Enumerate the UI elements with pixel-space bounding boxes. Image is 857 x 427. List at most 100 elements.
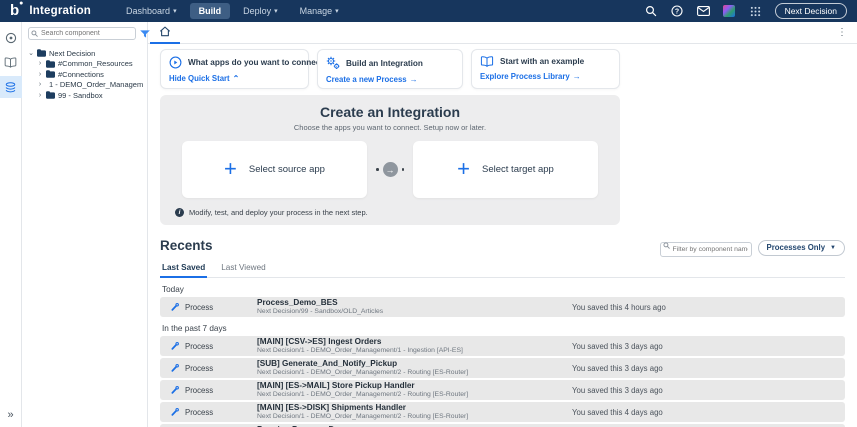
create-integration-panel: Create an Integration Choose the apps yo… [160,95,620,225]
kebab-menu-icon[interactable]: ⋮ [837,27,847,38]
play-circle-icon [169,56,182,69]
component-search-input[interactable] [28,27,136,40]
group-label: In the past 7 days [162,324,845,333]
recent-group: In the past 7 days Process [MAIN] [CSV->… [160,324,845,427]
process-icon [170,407,181,417]
help-icon[interactable]: ? [671,5,684,18]
search-icon [31,30,38,37]
expand-panel-icon[interactable]: » [7,409,13,421]
recents-title: Recents [160,238,213,253]
left-rail: » [0,22,22,427]
nav-build[interactable]: Build [190,3,231,19]
process-library-icon[interactable] [0,52,22,72]
chevron-down-icon: ▾ [173,7,177,15]
recents-tabs: Last Saved Last Viewed [160,263,845,278]
process-icon [170,385,181,395]
type-filter-dropdown[interactable]: Processes Only▼ [758,240,845,256]
folder-icon [46,91,55,99]
top-bar-actions: ? Next Decision [645,3,847,19]
quick-start-icon[interactable] [0,28,22,48]
tree-item[interactable]: › 99 - Sandbox [28,90,143,101]
recent-row[interactable]: Process Process_Demo_BES Next Decision/9… [160,297,845,317]
row-type: Process [185,364,257,373]
row-path: Next Decision/1 - DEMO_Order_Management/… [257,347,572,355]
tree-item[interactable]: › #Connections [28,69,143,80]
boomi-logo-icon: b● [10,3,23,18]
tab-last-viewed[interactable]: Last Viewed [219,263,267,277]
chevron-up-icon: ⌃ [233,74,240,83]
product-title: Integration [29,5,91,17]
nav-deploy[interactable]: Deploy▾ [234,3,287,19]
recents-section: Recents Processes Only▼ [160,238,845,427]
row-saved: You saved this 4 days ago [572,408,663,417]
row-type: Process [185,303,257,312]
recent-group: Today Process Process_Demo_BES Next Deci… [160,285,845,317]
component-explorer-icon[interactable] [0,76,22,98]
process-icon [170,363,181,373]
open-book-icon [480,56,494,67]
row-saved: You saved this 3 days ago [572,386,663,395]
quickstart-card-example: Start with an example Explore Process Li… [471,49,620,89]
chevron-right-icon: › [37,92,43,99]
arrow-right-icon: → [383,162,398,177]
brand: b● Integration [10,4,91,19]
explore-process-library-link[interactable]: Explore Process Library→ [480,72,611,81]
tab-last-saved[interactable]: Last Saved [160,263,207,278]
create-new-process-link[interactable]: Create a new Process→ [326,75,454,84]
tree-item-root[interactable]: ⌄ Next Decision [28,48,143,59]
nav-dashboard[interactable]: Dashboard▾ [117,3,186,19]
row-path: Next Decision/1 - DEMO_Order_Management/… [257,391,572,399]
row-type: Process [185,386,257,395]
chevron-down-icon: ▼ [830,245,836,251]
app-switcher-icon[interactable] [749,5,762,18]
component-filter-input[interactable] [660,242,752,257]
recent-row[interactable]: Process [SUB] Generate_And_Notify_Pickup… [160,358,845,378]
svg-text:?: ? [675,8,679,15]
folder-icon [46,70,55,78]
main-area: ⋮ What apps do you want to connect Hide … [148,22,857,427]
row-path: Next Decision/99 - Sandbox/OLD_Articles [257,308,572,316]
main-nav: Dashboard▾ Build Deploy▾ Manage▾ [117,3,348,19]
tab-home[interactable] [150,22,180,44]
select-source-app-button[interactable]: + Select source app [182,141,367,198]
org-avatar[interactable] [723,5,736,18]
card-title: What apps do you want to connect [188,58,323,67]
arrow-right-icon: → [410,75,418,84]
card-title: Build an Integration [346,59,423,68]
chevron-right-icon: › [37,60,43,67]
chevron-right-icon: › [37,71,43,78]
chevron-down-icon: ⌄ [28,49,34,57]
tree-item[interactable]: › 1 - DEMO_Order_Management [28,80,143,91]
select-target-app-button[interactable]: + Select target app [413,141,598,198]
component-tree-panel: ⌄ Next Decision › #Common_Resources › #C… [22,22,148,427]
info-icon: i [175,208,184,217]
process-icon [170,302,181,312]
home-content: What apps do you want to connect Hide Qu… [148,44,857,427]
row-type: Process [185,408,257,417]
mail-icon[interactable] [697,5,710,18]
arrow-right-icon: → [573,72,581,81]
row-type: Process [185,342,257,351]
row-title: Process_Demo_BES [257,298,572,308]
plus-icon: + [457,158,470,180]
search-icon [663,242,670,249]
folder-tree: ⌄ Next Decision › #Common_Resources › #C… [28,48,143,101]
group-rows: Process [MAIN] [CSV->ES] Ingest Orders N… [160,336,845,427]
folder-icon [37,49,46,57]
quickstart-card-build: Build an Integration Create a new Proces… [317,49,463,89]
folder-icon [46,60,55,68]
recent-row[interactable]: Process [MAIN] [ES->MAIL] Store Pickup H… [160,380,845,400]
quickstart-card-connect: What apps do you want to connect Hide Qu… [160,49,309,89]
panel-note: i Modify, test, and deploy your process … [175,208,620,217]
search-icon[interactable] [645,5,658,18]
recent-row[interactable]: Process [MAIN] [ES->DISK] Shipments Hand… [160,402,845,422]
flow-connector: → [376,162,404,177]
nav-manage[interactable]: Manage▾ [291,3,348,19]
account-button[interactable]: Next Decision [775,3,847,19]
chevron-down-icon: ▾ [274,7,278,15]
tab-bar: ⋮ [148,22,857,44]
hide-quick-start-link[interactable]: Hide Quick Start⌃ [169,74,300,83]
row-title: [MAIN] [ES->MAIL] Store Pickup Handler [257,381,572,391]
recent-row[interactable]: Process [MAIN] [CSV->ES] Ingest Orders N… [160,336,845,356]
tree-item[interactable]: › #Common_Resources [28,59,143,70]
